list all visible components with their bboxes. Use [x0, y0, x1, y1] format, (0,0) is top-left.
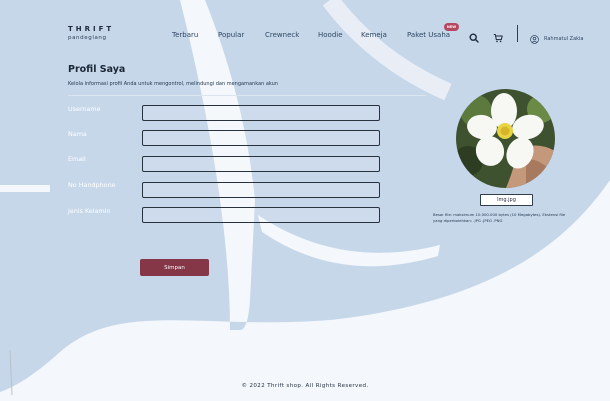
save-button[interactable]: Simpan	[140, 259, 209, 276]
nav-paket-usaha[interactable]: Paket Usaha	[407, 31, 450, 39]
label-username: Username	[68, 105, 101, 113]
label-email: Email	[68, 155, 86, 163]
email-input[interactable]	[142, 156, 380, 172]
nav-kemeja[interactable]: Kemeja	[361, 31, 387, 39]
file-size-note: Besar file: maksimum 10.000.000 bytes (1…	[433, 212, 566, 223]
heading-divider	[68, 95, 426, 96]
label-no-handphone: No Handphone	[68, 181, 116, 189]
nav-hoodie[interactable]: Hoodie	[318, 31, 343, 39]
cart-icon[interactable]	[493, 28, 503, 47]
page-subtitle: Kelola informasi profil Anda untuk mengo…	[68, 81, 278, 87]
top-navbar: THRIFT pandeglang Terbaru Popular Crewne…	[0, 0, 610, 52]
nav-popular[interactable]: Popular	[218, 31, 244, 39]
brand-subtitle: pandeglang	[68, 35, 107, 41]
nav-terbaru[interactable]: Terbaru	[172, 31, 198, 39]
header-divider	[517, 25, 518, 42]
nav-crewneck[interactable]: Crewneck	[265, 31, 299, 39]
page-title: Profil Saya	[68, 64, 126, 75]
user-icon	[530, 29, 539, 48]
new-badge: NEW	[444, 23, 459, 31]
jenis-kelamin-input[interactable]	[142, 207, 380, 223]
footer-copyright: © 2022 Thrift shop. All Rights Reserved.	[241, 383, 369, 389]
user-menu[interactable]: Rahmatul Zakia	[530, 29, 583, 48]
username-input[interactable]	[142, 105, 380, 121]
label-jenis-kelamin: Jenis Kelamin	[68, 207, 111, 215]
brand-name: THRIFT	[68, 25, 115, 33]
profile-photo	[456, 89, 555, 188]
user-name: Rahmatul Zakia	[544, 35, 584, 42]
label-nama: Nama	[68, 130, 87, 138]
nama-input[interactable]	[142, 130, 380, 146]
choose-image-button[interactable]: Img.jpg	[480, 194, 533, 206]
search-icon[interactable]	[469, 28, 479, 47]
brand-logo[interactable]: THRIFT pandeglang	[68, 26, 114, 42]
no-handphone-input[interactable]	[142, 182, 380, 198]
